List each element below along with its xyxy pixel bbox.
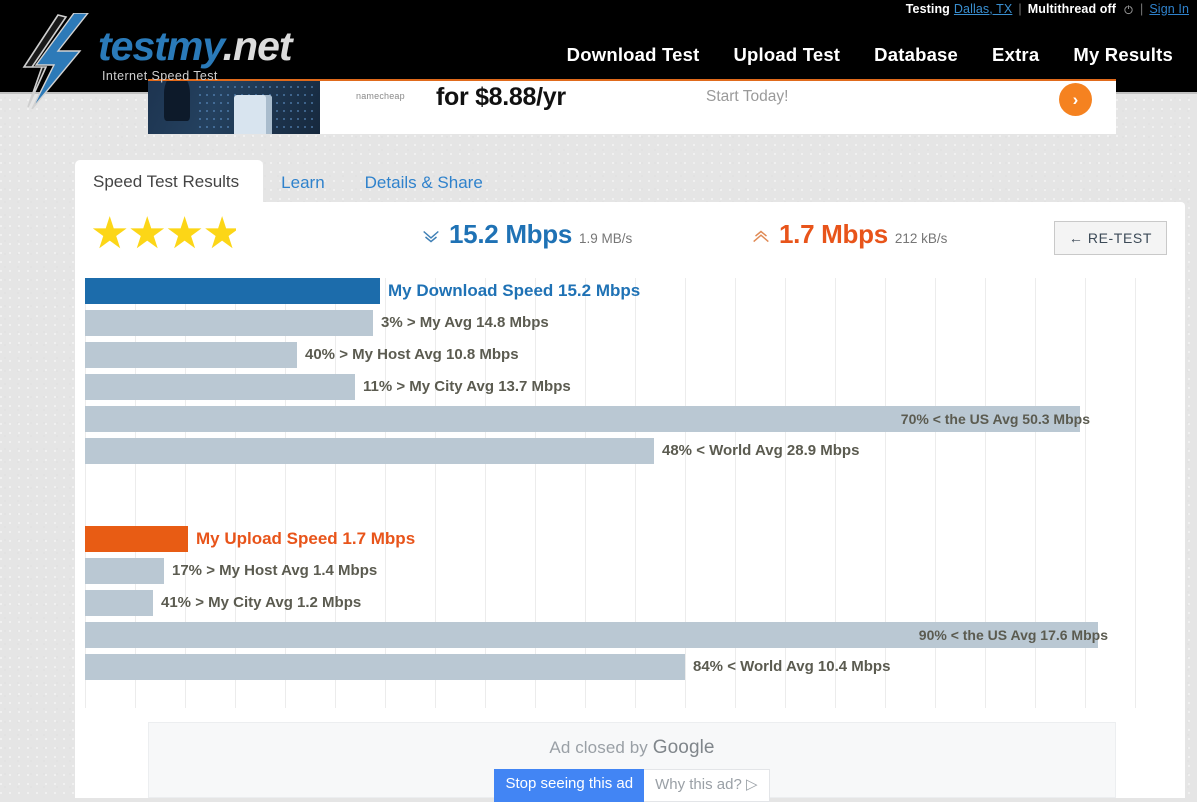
why-this-ad-label: Why this ad? bbox=[655, 776, 742, 793]
ad-cta-text: Start Today! bbox=[706, 88, 789, 105]
upload-speed-value: 1.7 Mbps bbox=[779, 219, 888, 249]
chart-bar-label: My Upload Speed 1.7 Mbps bbox=[196, 529, 416, 548]
star-full-3: ★ bbox=[164, 209, 204, 258]
upload-speed-sub: 212 kB/s bbox=[894, 231, 948, 246]
chart-bar-upload-2 bbox=[85, 590, 153, 616]
logo-text: testmy.net Internet Speed Test bbox=[98, 23, 293, 84]
ad-feedback-buttons: Stop seeing this ad Why this ad? ▷ bbox=[494, 769, 770, 802]
sign-in-link[interactable]: Sign In bbox=[1149, 2, 1189, 16]
chart-bar-upload-0 bbox=[85, 526, 188, 552]
download-speed-summary: 15.2 Mbps 1.9 MB/s bbox=[420, 219, 632, 250]
star-full-1: ★ bbox=[90, 209, 129, 258]
namecheap-ad-banner[interactable]: namecheap for $8.88/yr Start Today! › bbox=[148, 79, 1116, 134]
logo-tagline: Internet Speed Test bbox=[102, 69, 218, 84]
logo-primary: testmy bbox=[98, 23, 224, 70]
chart-bar-download-5 bbox=[85, 438, 654, 464]
chart-bar-row: My Download Speed 15.2 Mbps bbox=[85, 278, 1170, 304]
nav-item-extra[interactable]: Extra bbox=[992, 44, 1039, 66]
chart-bar-row: 84% < World Avg 10.4 Mbps bbox=[85, 654, 1170, 680]
nav-item-upload-test[interactable]: Upload Test bbox=[733, 44, 840, 66]
speed-comparison-chart: My Download Speed 15.2 Mbps 3% > My Avg 1… bbox=[85, 278, 1170, 708]
chart-bar-label: 3% > My Avg 14.8 Mbps bbox=[381, 314, 549, 331]
chart-bar-download-2 bbox=[85, 342, 297, 368]
testing-label: Testing bbox=[905, 1, 950, 16]
chart-bar-label: 70% < the US Avg 50.3 Mbps bbox=[900, 411, 1090, 427]
ad-brand-label: namecheap bbox=[356, 91, 405, 101]
chart-bar-label: 40% > My Host Avg 10.8 Mbps bbox=[305, 346, 519, 363]
results-tabs: Speed Test Results Learn Details & Share bbox=[75, 160, 505, 204]
chart-bar-row: 11% > My City Avg 13.7 Mbps bbox=[85, 374, 1170, 400]
chart-bar-row: 40% > My Host Avg 10.8 Mbps bbox=[85, 342, 1170, 368]
chart-bar-row: 17% > My Host Avg 1.4 Mbps bbox=[85, 558, 1170, 584]
chart-bar-download-1 bbox=[85, 310, 373, 336]
chart-bar-label: 90% < the US Avg 17.6 Mbps bbox=[918, 627, 1108, 643]
rating-stars: ★★★ ★ bbox=[90, 212, 236, 260]
google-wordmark: Google bbox=[652, 737, 715, 758]
chart-bar-label: My Download Speed 15.2 Mbps bbox=[388, 281, 641, 300]
tab-learn[interactable]: Learn bbox=[263, 162, 346, 204]
play-triangle-icon: ▷ bbox=[745, 776, 758, 793]
stop-seeing-this-ad-button[interactable]: Stop seeing this ad bbox=[494, 769, 645, 802]
nav-item-my-results[interactable]: My Results bbox=[1073, 44, 1173, 66]
chart-bar-download-0 bbox=[85, 278, 380, 304]
google-ad-closed-panel: Ad closed by Google Stop seeing this ad … bbox=[148, 722, 1116, 802]
chart-bar-label: 17% > My Host Avg 1.4 Mbps bbox=[172, 562, 378, 579]
chart-bar-row: 90% < the US Avg 17.6 Mbps bbox=[85, 622, 1170, 648]
results-summary: ★★★ ★ 15.2 Mbps 1.9 MB/s 1.7 Mbps 212 kB/… bbox=[75, 202, 1185, 268]
ad-price-text: for $8.88/yr bbox=[436, 83, 566, 111]
chart-bar-label: 41% > My City Avg 1.2 Mbps bbox=[161, 594, 362, 611]
main-navigation: Download Test Upload Test Database Extra… bbox=[567, 44, 1197, 66]
re-test-button[interactable]: ← RE-TEST bbox=[1053, 221, 1167, 255]
chart-bar-upload-4 bbox=[85, 654, 685, 680]
results-card: ★★★ ★ 15.2 Mbps 1.9 MB/s 1.7 Mbps 212 kB/… bbox=[75, 202, 1185, 798]
download-speed-sub: 1.9 MB/s bbox=[579, 231, 633, 246]
download-speed-value: 15.2 Mbps bbox=[449, 219, 573, 249]
chart-bar-label: 11% > My City Avg 13.7 Mbps bbox=[363, 378, 571, 395]
chart-bar-download-3 bbox=[85, 374, 355, 400]
testing-location-link[interactable]: Dallas, TX bbox=[954, 2, 1012, 16]
chart-bar-label: 84% < World Avg 10.4 Mbps bbox=[693, 658, 891, 675]
chart-bar-row: 48% < World Avg 28.9 Mbps bbox=[85, 438, 1170, 464]
chart-bar-upload-1 bbox=[85, 558, 164, 584]
chevron-double-up-icon bbox=[750, 226, 772, 248]
topbar-separator-2: | bbox=[1140, 1, 1144, 16]
chart-bar-row: 70% < the US Avg 50.3 Mbps bbox=[85, 406, 1170, 432]
chevron-right-icon[interactable]: › bbox=[1059, 83, 1092, 116]
star-full-2: ★ bbox=[127, 209, 166, 258]
multithread-status[interactable]: Multithread off bbox=[1028, 2, 1116, 16]
chart-bars: My Download Speed 15.2 Mbps 3% > My Avg 1… bbox=[85, 278, 1170, 708]
star-half-4: ★ bbox=[202, 212, 237, 258]
lightning-bolt-icon bbox=[18, 11, 96, 109]
ad-closed-text: Ad closed by Google bbox=[549, 737, 714, 759]
chart-bar-label: 48% < World Avg 28.9 Mbps bbox=[662, 442, 860, 459]
chart-bar-row: My Upload Speed 1.7 Mbps bbox=[85, 526, 1170, 552]
tab-speed-test-results[interactable]: Speed Test Results bbox=[75, 160, 264, 204]
chart-bar-row: 3% > My Avg 14.8 Mbps bbox=[85, 310, 1170, 336]
nav-item-download-test[interactable]: Download Test bbox=[567, 44, 700, 66]
upload-speed-summary: 1.7 Mbps 212 kB/s bbox=[750, 219, 947, 250]
chart-bar-row: 41% > My City Avg 1.2 Mbps bbox=[85, 590, 1170, 616]
why-this-ad-button[interactable]: Why this ad? ▷ bbox=[644, 769, 770, 802]
ad-closed-label: Ad closed by bbox=[549, 738, 653, 757]
tab-details-and-share[interactable]: Details & Share bbox=[347, 162, 505, 204]
site-logo[interactable]: testmy.net Internet Speed Test bbox=[0, 7, 293, 109]
logo-secondary: .net bbox=[222, 23, 293, 70]
topbar-separator-1: | bbox=[1018, 1, 1022, 16]
chevron-double-down-icon bbox=[420, 226, 442, 248]
power-icon[interactable] bbox=[1123, 4, 1134, 15]
nav-item-database[interactable]: Database bbox=[874, 44, 958, 66]
